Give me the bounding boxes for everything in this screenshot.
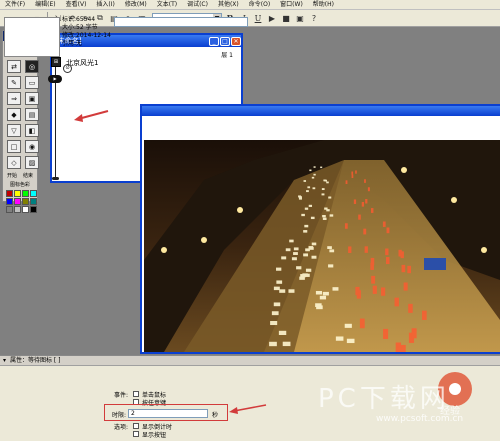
map-icon[interactable]: ▤ [25,108,39,121]
control-panel-icon[interactable]: ▣ [294,12,306,24]
navigate-icon[interactable]: ✎ [7,76,21,89]
minimize-button[interactable]: _ [209,36,219,46]
icon-info: 标识:65544 大小:52 字节 修改:2014-12-14 引用:无 [62,16,111,48]
icon-preview [4,17,60,57]
video-icon[interactable]: □ [7,140,21,153]
info-references: 引用:无 [62,40,83,47]
menu-help[interactable]: 帮助(H) [308,0,339,10]
knowledge-object-icon[interactable]: ◉ [25,140,39,153]
digital-movie-icon[interactable]: ▽ [7,124,21,137]
info-modified: 修改:2014-12-14 [62,32,111,39]
start-flag-label[interactable]: 开始 [7,172,17,179]
menu-view[interactable]: 查看(V) [61,0,92,10]
menu-debug[interactable]: 调试(C) [182,0,213,10]
flowline [55,49,56,179]
event-label: 事件: [114,392,129,399]
level-indicator: 层 1 [221,52,233,59]
underline-button[interactable]: U [252,12,264,24]
menu-edit[interactable]: 编辑(E) [30,0,60,10]
menu-bar: 文件(F) 编辑(E) 查看(V) 插入(I) 修改(M) 文本(T) 调试(C… [0,0,500,10]
menu-file[interactable]: 文件(F) [0,0,30,10]
end-flag-label[interactable]: 结束 [23,172,33,179]
presentation-title-bar [142,106,500,116]
info-id: 标识:65544 [62,16,96,23]
calculation-icon[interactable]: ◆ [7,108,21,121]
collapse-icon[interactable]: ▾ [3,356,6,365]
watermark-text: PC下载网 [318,384,450,414]
menu-text[interactable]: 文本(T) [152,0,182,10]
run-icon[interactable]: ▶ [266,12,278,24]
interaction-icon[interactable]: ▣ [25,92,39,105]
color-swatch[interactable] [22,190,29,197]
show-button-label: 显示按钮 [142,432,167,439]
color-swatch[interactable] [22,198,29,205]
click-mouse-checkbox[interactable] [133,391,139,397]
presentation-window [140,104,500,354]
properties-title-bar: ▾ 属性：等待图标 [ ] [0,356,500,366]
palette-flags: 开始 结束 [3,172,37,179]
framework-icon[interactable]: ▭ [25,76,39,89]
sound-icon[interactable]: ◧ [25,124,39,137]
time-limit-input[interactable]: 2 [128,409,208,418]
diamond-icon[interactable]: ◇ [7,156,21,169]
stop-icon[interactable]: ■ [280,12,292,24]
open-icon-button[interactable]: ⊙ [63,64,72,73]
menu-insert[interactable]: 插入(I) [91,0,119,10]
icon-name-input[interactable] [114,17,248,27]
info-size: 大小:52 字节 [62,24,98,31]
menu-modify[interactable]: 修改(M) [120,0,152,10]
watermark-overlay-text: 经验 [440,406,460,417]
color-swatch[interactable] [30,198,37,205]
wait-icon[interactable]: ◎ [25,60,39,73]
display-icon[interactable]: ⊞ [51,57,61,67]
maximize-button[interactable]: □ [220,36,230,46]
icon-color-swatches [3,188,37,215]
time-limit-label: 时限: [112,412,127,419]
color-swatch[interactable] [30,206,37,213]
color-swatch[interactable] [6,198,13,205]
menu-window[interactable]: 窗口(W) [275,0,308,10]
time-unit-label: 秒 [212,412,219,419]
city-night-traffic-photo [144,140,500,352]
paste-hand-icon[interactable]: ▶ [48,75,62,83]
options-label: 选项: [114,424,129,431]
menu-command[interactable]: 命令(O) [244,0,275,10]
palette-icon-grid: ⊞ ? ⇄ ◎ ✎ ▭ ⇒ ▣ ◆ ▤ ▽ ◧ □ ◉ ◇ ▨ [3,41,39,172]
annotation-arrow [229,404,267,414]
show-countdown-checkbox[interactable] [133,423,139,429]
color-swatch[interactable] [6,190,13,197]
color-swatch[interactable] [14,198,21,205]
properties-title: 属性：等待图标 [ ] [10,357,61,364]
decision-icon[interactable]: ⇒ [7,92,21,105]
color-swatch[interactable] [14,206,21,213]
color-swatch[interactable] [22,206,29,213]
annotation-arrow [74,110,109,122]
menu-other[interactable]: 其他(X) [213,0,244,10]
icon-color-label: 图标色彩 [9,182,30,188]
color-swatch[interactable] [14,190,21,197]
close-button[interactable]: ✕ [231,36,241,46]
show-button-checkbox[interactable] [133,431,139,437]
erase-icon[interactable]: ⇄ [7,60,21,73]
color-swatch[interactable] [6,206,13,213]
kobj-icon[interactable]: ▨ [25,156,39,169]
color-swatch[interactable] [30,190,37,197]
flowline-end-cap [52,177,59,180]
help-icon[interactable]: ? [308,12,320,24]
